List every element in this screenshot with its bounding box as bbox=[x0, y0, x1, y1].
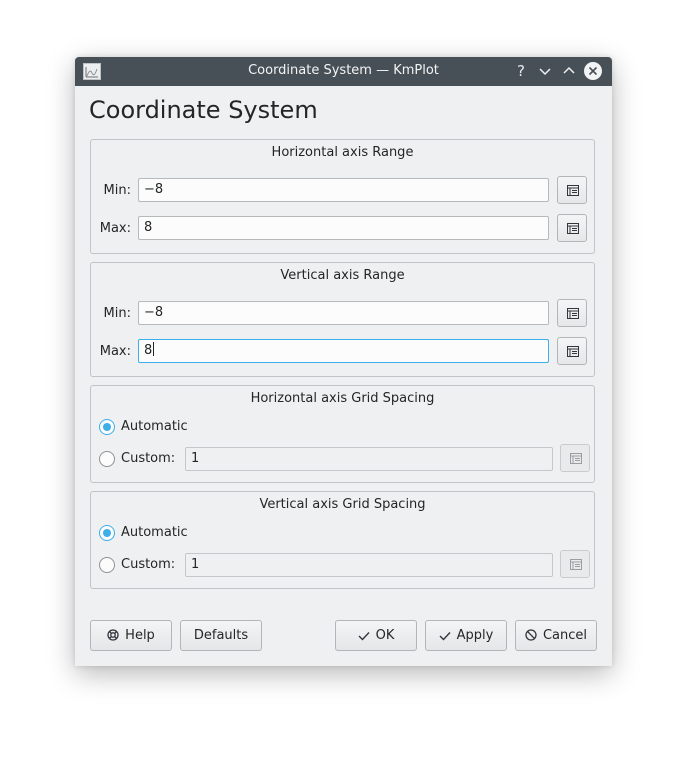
group-title: Vertical axis Grid Spacing bbox=[259, 497, 426, 512]
text-caret bbox=[153, 342, 155, 356]
automatic-label[interactable]: Automatic bbox=[121, 419, 188, 434]
automatic-label[interactable]: Automatic bbox=[121, 525, 188, 540]
edit-expression-icon bbox=[570, 453, 582, 464]
page-title: Coordinate System bbox=[89, 96, 318, 124]
context-help-button[interactable]: ? bbox=[512, 62, 530, 80]
custom-label[interactable]: Custom: bbox=[121, 451, 175, 466]
group-title: Vertical axis Range bbox=[280, 268, 405, 283]
vertical-grid-group: Vertical axis Grid Spacing Automatic Cus… bbox=[90, 491, 595, 589]
horizontal-grid-group: Horizontal axis Grid Spacing Automatic C… bbox=[90, 385, 595, 483]
chevron-up-icon bbox=[563, 66, 575, 74]
horizontal-automatic-radio[interactable] bbox=[99, 419, 115, 435]
chevron-down-icon bbox=[539, 68, 551, 76]
vertical-custom-input[interactable]: 1 bbox=[185, 553, 553, 577]
horizontal-min-edit-button[interactable] bbox=[557, 176, 587, 204]
cancel-button-label: Cancel bbox=[542, 628, 588, 643]
horizontal-custom-radio[interactable] bbox=[99, 451, 115, 467]
edit-expression-icon bbox=[567, 185, 579, 196]
edit-expression-icon bbox=[567, 346, 579, 357]
close-button[interactable] bbox=[584, 62, 602, 80]
vertical-custom-radio[interactable] bbox=[99, 557, 115, 573]
minimize-button[interactable] bbox=[536, 62, 554, 80]
ok-button[interactable]: OK bbox=[335, 620, 417, 651]
min-label: Min: bbox=[103, 306, 131, 321]
defaults-button[interactable]: Defaults bbox=[180, 620, 262, 651]
cancel-button[interactable]: Cancel bbox=[515, 620, 597, 651]
maximize-button[interactable] bbox=[560, 62, 578, 80]
group-title: Horizontal axis Grid Spacing bbox=[250, 391, 435, 406]
vertical-custom-edit-button[interactable] bbox=[560, 550, 590, 578]
vertical-max-value: 8 bbox=[144, 343, 153, 358]
apply-button-label: Apply bbox=[456, 628, 494, 643]
help-button[interactable]: Help bbox=[90, 620, 172, 651]
vertical-min-input[interactable]: −8 bbox=[138, 301, 549, 325]
checkmark-icon bbox=[439, 623, 451, 652]
help-button-label: Help bbox=[125, 628, 155, 643]
horizontal-max-input[interactable]: 8 bbox=[138, 216, 549, 240]
min-label: Min: bbox=[103, 183, 131, 198]
edit-expression-icon bbox=[570, 559, 582, 570]
vertical-automatic-radio[interactable] bbox=[99, 525, 115, 541]
group-title: Horizontal axis Range bbox=[271, 145, 414, 160]
apply-button[interactable]: Apply bbox=[425, 620, 507, 651]
help-lifebuoy-icon bbox=[107, 623, 119, 652]
horizontal-range-group: Horizontal axis Range Min: −8 Max: 8 bbox=[90, 139, 595, 254]
edit-expression-icon bbox=[567, 223, 579, 234]
ok-button-label: OK bbox=[375, 628, 395, 643]
max-label: Max: bbox=[99, 344, 131, 359]
vertical-max-edit-button[interactable] bbox=[557, 337, 587, 365]
horizontal-min-input[interactable]: −8 bbox=[138, 178, 549, 202]
horizontal-custom-input[interactable]: 1 bbox=[185, 447, 553, 471]
custom-label[interactable]: Custom: bbox=[121, 557, 175, 572]
cancel-icon bbox=[525, 623, 537, 652]
edit-expression-icon bbox=[567, 308, 579, 319]
vertical-min-edit-button[interactable] bbox=[557, 299, 587, 327]
dialog-window: Coordinate System — KmPlot ? Coordinate … bbox=[75, 57, 612, 666]
vertical-max-input[interactable]: 8 bbox=[138, 339, 549, 363]
close-icon bbox=[588, 66, 598, 76]
title-bar[interactable]: Coordinate System — KmPlot ? bbox=[75, 57, 612, 86]
horizontal-custom-edit-button[interactable] bbox=[560, 444, 590, 472]
window-title: Coordinate System — KmPlot bbox=[248, 63, 439, 78]
checkmark-icon bbox=[358, 623, 370, 652]
horizontal-max-edit-button[interactable] bbox=[557, 214, 587, 242]
max-label: Max: bbox=[99, 221, 131, 236]
vertical-range-group: Vertical axis Range Min: −8 Max: 8 bbox=[90, 262, 595, 377]
